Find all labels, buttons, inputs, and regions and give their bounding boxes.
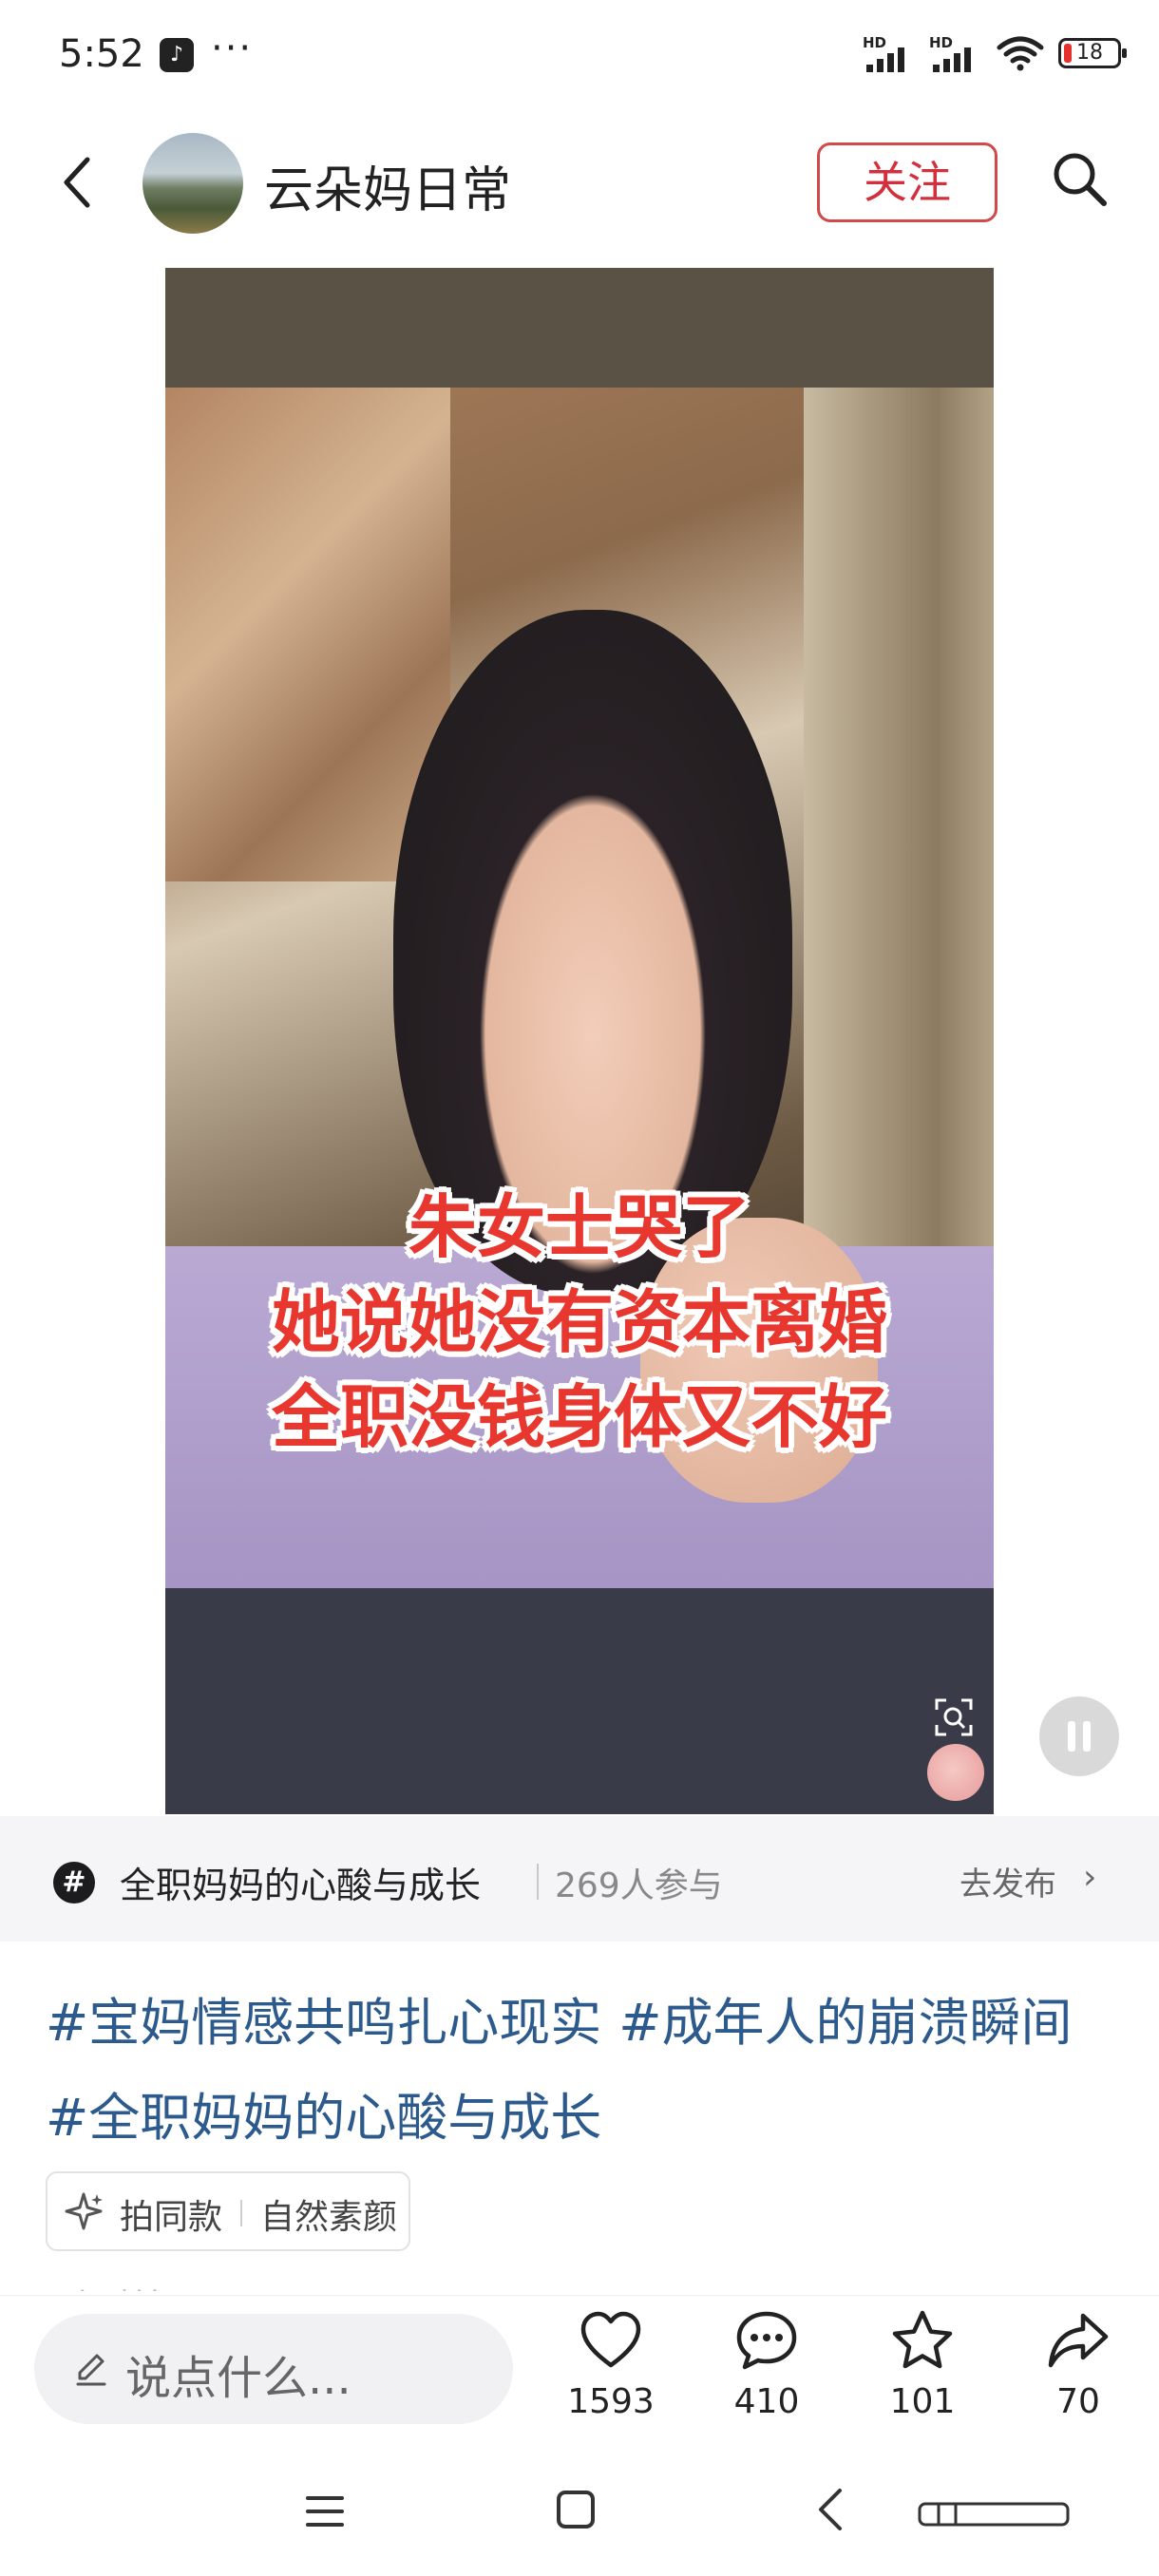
comment-button[interactable]: 410 xyxy=(714,2308,819,2421)
favorite-button[interactable]: 101 xyxy=(870,2308,975,2421)
comment-placeholder[interactable]: 说点什么... xyxy=(125,2340,352,2407)
like-count: 1593 xyxy=(567,2382,655,2421)
follow-button[interactable]: 关注 xyxy=(817,142,998,222)
share-button[interactable]: 70 xyxy=(1026,2308,1130,2421)
nav-back-icon[interactable] xyxy=(813,2485,847,2534)
recent-apps-icon[interactable] xyxy=(302,2489,348,2534)
share-arrow-icon xyxy=(1048,2313,1109,2368)
status-time: 5:52 xyxy=(59,32,144,76)
status-indicators: HD HD 18 xyxy=(863,34,1127,72)
assistant-pill-icon[interactable] xyxy=(918,2500,1070,2529)
video-bottom-band xyxy=(165,1588,994,1814)
sparkle-icon xyxy=(65,2192,103,2230)
pig-sticker-icon xyxy=(927,1744,984,1801)
post-time: 1小时前 xyxy=(46,2280,163,2291)
topic-hash-icon: # xyxy=(53,1862,95,1904)
chip-label: 拍同款 xyxy=(120,2198,223,2237)
hashtag-link[interactable]: #全职妈妈的心酸与成长 xyxy=(46,2088,601,2148)
post-hashtags: #宝妈情感共鸣扎心现实 #成年人的崩溃瞬间 #全职妈妈的心酸与成长 xyxy=(46,1976,1119,2166)
avatar[interactable] xyxy=(142,133,243,234)
douyin-app-icon: ♪ xyxy=(160,38,194,72)
video-background-wall xyxy=(165,388,450,881)
home-square-icon[interactable] xyxy=(555,2489,597,2530)
go-publish-link[interactable]: 去发布 xyxy=(960,1858,1056,1904)
comment-bubble-icon xyxy=(736,2311,797,2370)
caption-line: 全职没钱身体又不好 xyxy=(271,1377,887,1457)
favorite-count: 101 xyxy=(889,2382,956,2421)
caption-line: 她说她没有资本离婚 xyxy=(271,1282,887,1362)
video-top-band xyxy=(165,268,994,388)
heart-icon xyxy=(580,2311,641,2368)
pause-button[interactable] xyxy=(1039,1696,1119,1776)
comment-count: 410 xyxy=(733,2382,800,2421)
star-icon xyxy=(892,2310,953,2369)
like-button[interactable]: 1593 xyxy=(559,2308,663,2421)
hashtag-link[interactable]: #宝妈情感共鸣扎心现实 xyxy=(46,1993,601,2053)
battery-icon: 18 xyxy=(1058,38,1127,68)
topic-name[interactable]: 全职妈妈的心酸与成长 xyxy=(120,1856,481,1908)
search-icon[interactable] xyxy=(1049,148,1110,209)
video-player[interactable]: 朱女士哭了 她说她没有资本离婚 全职没钱身体又不好 xyxy=(165,268,994,1814)
divider xyxy=(240,2200,242,2226)
hashtag-link[interactable]: #成年人的崩溃瞬间 xyxy=(618,1993,1072,2053)
chip-tag: 自然素颜 xyxy=(260,2198,398,2237)
back-arrow-icon[interactable] xyxy=(55,152,101,213)
image-search-icon[interactable] xyxy=(933,1696,975,1738)
chevron-right-icon[interactable]: › xyxy=(1083,1858,1096,1897)
share-count: 70 xyxy=(1056,2382,1100,2421)
topic-participants: 269人参与 xyxy=(555,1866,723,1905)
caption-line: 朱女士哭了 xyxy=(408,1187,750,1267)
divider xyxy=(537,1864,539,1900)
video-caption: 朱女士哭了 她说她没有资本离婚 全职没钱身体又不好 xyxy=(165,1180,994,1465)
status-more-icon: ··· xyxy=(211,27,254,70)
signal-icon: HD xyxy=(929,34,982,72)
signal-icon: HD xyxy=(863,34,916,72)
pen-icon xyxy=(76,2354,106,2386)
account-name[interactable]: 云朵妈日常 xyxy=(264,150,511,221)
wifi-icon xyxy=(997,36,1044,71)
